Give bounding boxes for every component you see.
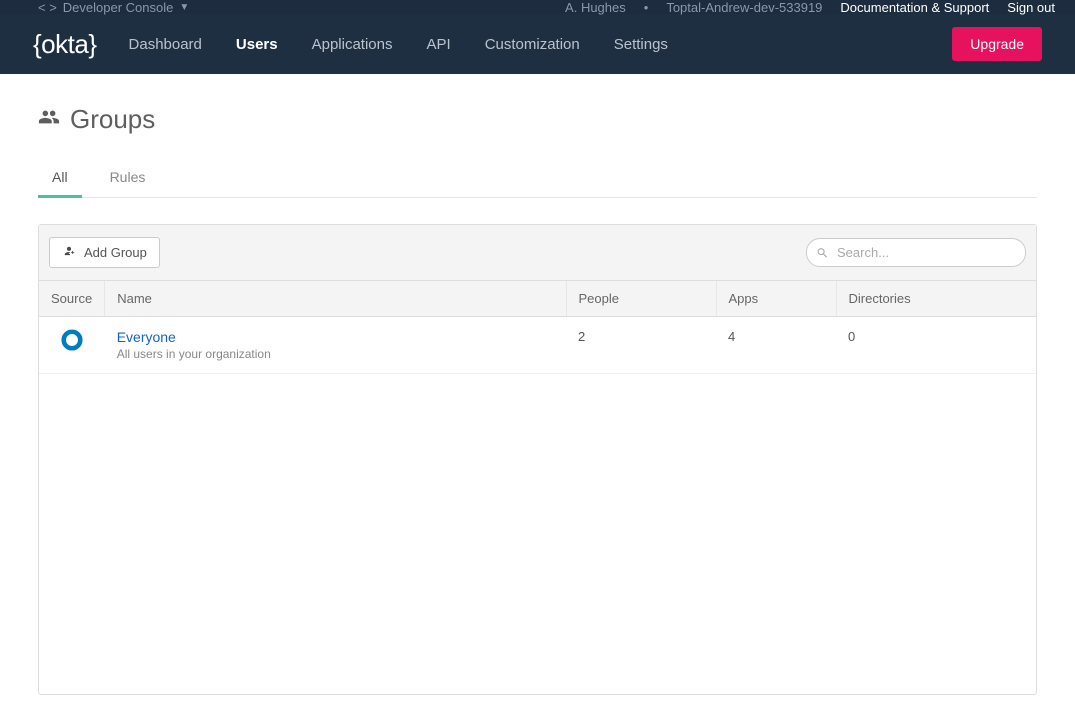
user-name[interactable]: A. Hughes (565, 0, 626, 15)
panel-empty-space (39, 374, 1036, 694)
groups-panel: Add Group Source Name People Apps Direct… (38, 224, 1037, 695)
content-area: Groups All Rules Add Group Source Name (0, 74, 1075, 725)
add-group-label: Add Group (84, 245, 147, 260)
nav-dashboard[interactable]: Dashboard (129, 36, 202, 53)
search-wrap (806, 238, 1026, 267)
group-name-link[interactable]: Everyone (117, 329, 554, 345)
main-nav: {okta} Dashboard Users Applications API … (0, 14, 1075, 74)
groups-table: Source Name People Apps Directories Ever… (39, 281, 1036, 374)
add-group-icon (62, 244, 76, 261)
col-name: Name (105, 281, 566, 317)
search-icon (816, 246, 829, 259)
panel-toolbar: Add Group (39, 225, 1036, 281)
chevron-down-icon: ▼ (179, 2, 189, 13)
utility-bar: < > Developer Console ▼ A. Hughes • Topt… (0, 0, 1075, 14)
groups-icon (38, 106, 60, 133)
nav-api[interactable]: API (427, 36, 451, 53)
org-name[interactable]: Toptal-Andrew-dev-533919 (666, 0, 822, 15)
okta-source-icon (61, 329, 83, 351)
table-row[interactable]: Everyone All users in your organization … (39, 317, 1036, 374)
source-cell (39, 317, 105, 374)
upgrade-button[interactable]: Upgrade (952, 27, 1042, 61)
tab-all[interactable]: All (52, 163, 68, 197)
col-directories: Directories (836, 281, 1036, 317)
console-label: Developer Console (63, 0, 174, 15)
nav-users[interactable]: Users (236, 36, 278, 53)
tab-rules[interactable]: Rules (110, 163, 146, 197)
code-icon: < > (38, 0, 57, 15)
table-header-row: Source Name People Apps Directories (39, 281, 1036, 317)
nav-applications[interactable]: Applications (312, 36, 393, 53)
apps-cell: 4 (716, 317, 836, 374)
search-input[interactable] (806, 238, 1026, 267)
col-source: Source (39, 281, 105, 317)
add-group-button[interactable]: Add Group (49, 237, 160, 268)
dot-separator: • (644, 0, 649, 15)
col-people: People (566, 281, 716, 317)
okta-logo[interactable]: {okta} (33, 29, 97, 60)
docs-support-link[interactable]: Documentation & Support (840, 0, 989, 15)
directories-cell: 0 (836, 317, 1036, 374)
people-cell: 2 (566, 317, 716, 374)
group-description: All users in your organization (117, 347, 554, 361)
nav-settings[interactable]: Settings (614, 36, 668, 53)
nav-customization[interactable]: Customization (485, 36, 580, 53)
tabs: All Rules (38, 163, 1037, 198)
sign-out-link[interactable]: Sign out (1007, 0, 1055, 15)
page-title: Groups (70, 104, 155, 135)
page-header: Groups (38, 104, 1037, 135)
col-apps: Apps (716, 281, 836, 317)
developer-console-switcher[interactable]: < > Developer Console ▼ (38, 0, 189, 15)
name-cell: Everyone All users in your organization (105, 317, 566, 374)
nav-items: Dashboard Users Applications API Customi… (129, 36, 953, 53)
